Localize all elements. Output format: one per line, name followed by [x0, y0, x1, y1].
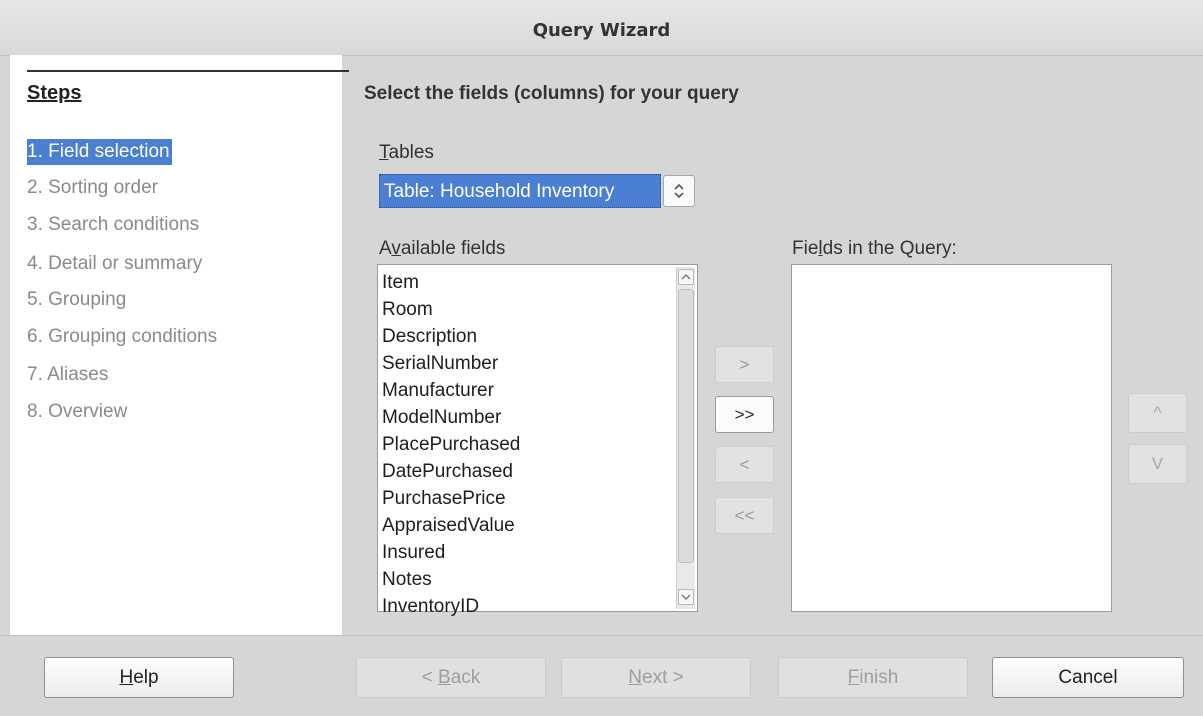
step-sorting-order: 2. Sorting order: [27, 177, 158, 198]
next-label-rest: ext >: [642, 667, 684, 688]
help-mnemonic: H: [119, 667, 134, 688]
next-button[interactable]: Next >: [561, 657, 751, 698]
available-fields-label: Available fields: [379, 238, 505, 260]
move-down-button[interactable]: V: [1128, 444, 1187, 484]
query-fields-label: Fields in the Query:: [792, 238, 957, 260]
tables-label-mnemonic: T: [379, 142, 389, 163]
step-grouping: 5. Grouping: [27, 289, 127, 310]
steps-divider: [27, 70, 349, 72]
remove-all-fields-button[interactable]: <<: [715, 497, 774, 534]
remove-field-button[interactable]: <: [715, 446, 774, 483]
scroll-down-button[interactable]: [678, 589, 694, 605]
step-grouping-conditions: 6. Grouping conditions: [27, 326, 218, 347]
up-down-chevron-icon: [674, 183, 684, 199]
finish-mnemonic: F: [847, 667, 860, 688]
add-all-fields-button[interactable]: >>: [715, 396, 774, 433]
cancel-button[interactable]: Cancel: [992, 657, 1184, 698]
step-field-selection[interactable]: 1. Field selection: [27, 139, 172, 165]
list-item[interactable]: AppraisedValue: [382, 512, 520, 539]
list-item[interactable]: Insured: [382, 539, 520, 566]
list-item[interactable]: Manufacturer: [382, 377, 520, 404]
list-item[interactable]: Room: [382, 296, 520, 323]
list-item[interactable]: SerialNumber: [382, 350, 520, 377]
list-item[interactable]: Description: [382, 323, 520, 350]
window-title: Query Wizard: [532, 20, 671, 41]
help-label-rest: elp: [133, 667, 159, 688]
steps-heading: Steps: [27, 82, 82, 104]
scroll-up-button[interactable]: [678, 269, 694, 285]
help-button[interactable]: Help: [44, 657, 234, 698]
available-fields-label-mnemonic: v: [391, 238, 401, 259]
finish-button[interactable]: Finish: [778, 657, 968, 698]
list-item[interactable]: ModelNumber: [382, 404, 520, 431]
available-fields-label-pre: A: [379, 238, 392, 259]
back-label-rest: ack: [450, 667, 481, 688]
next-mnemonic: N: [628, 667, 642, 688]
tables-select-value[interactable]: Table: Household Inventory: [379, 174, 661, 208]
steps-panel: Steps 1. Field selection 2. Sorting orde…: [10, 55, 349, 635]
page-heading: Select the fields (columns) for your que…: [364, 83, 739, 104]
step-search-conditions: 3. Search conditions: [27, 214, 200, 235]
step-detail-or-summary: 4. Detail or summary: [27, 253, 203, 274]
list-item[interactable]: PurchasePrice: [382, 485, 520, 512]
finish-label-rest: inish: [859, 667, 899, 688]
query-fields-list[interactable]: [791, 264, 1112, 612]
back-mnemonic: B: [438, 667, 451, 688]
available-fields-label-rest: ailable fields: [400, 238, 506, 259]
step-overview: 8. Overview: [27, 401, 128, 422]
back-label-pre: <: [421, 667, 439, 688]
list-item[interactable]: InventoryID: [382, 593, 520, 620]
query-fields-label-rest: ds in the Query:: [822, 238, 957, 259]
back-button[interactable]: < Back: [356, 657, 546, 698]
move-up-button[interactable]: ^: [1128, 393, 1187, 433]
button-bar: Help < Back Next > Finish Cancel: [0, 635, 1203, 716]
title-bar: Query Wizard: [0, 0, 1203, 56]
step-aliases: 7. Aliases: [27, 364, 109, 385]
list-item[interactable]: Notes: [382, 566, 520, 593]
list-item[interactable]: DatePurchased: [382, 458, 520, 485]
tables-select-spin-button[interactable]: [663, 175, 695, 207]
tables-label-rest: ables: [388, 142, 434, 163]
available-fields-list[interactable]: Item Room Description SerialNumber Manuf…: [377, 264, 698, 617]
list-item[interactable]: Item: [382, 269, 520, 296]
chevron-down-icon: [681, 594, 691, 600]
tables-label: Tables: [379, 142, 434, 164]
scrollbar-thumb[interactable]: [678, 289, 694, 563]
add-field-button[interactable]: >: [715, 346, 774, 383]
chevron-up-icon: [681, 274, 691, 280]
available-fields-scrollbar[interactable]: [676, 267, 695, 609]
query-fields-label-pre: Fie: [792, 238, 819, 259]
list-item[interactable]: PlacePurchased: [382, 431, 520, 458]
tables-select[interactable]: Table: Household Inventory: [379, 174, 697, 208]
